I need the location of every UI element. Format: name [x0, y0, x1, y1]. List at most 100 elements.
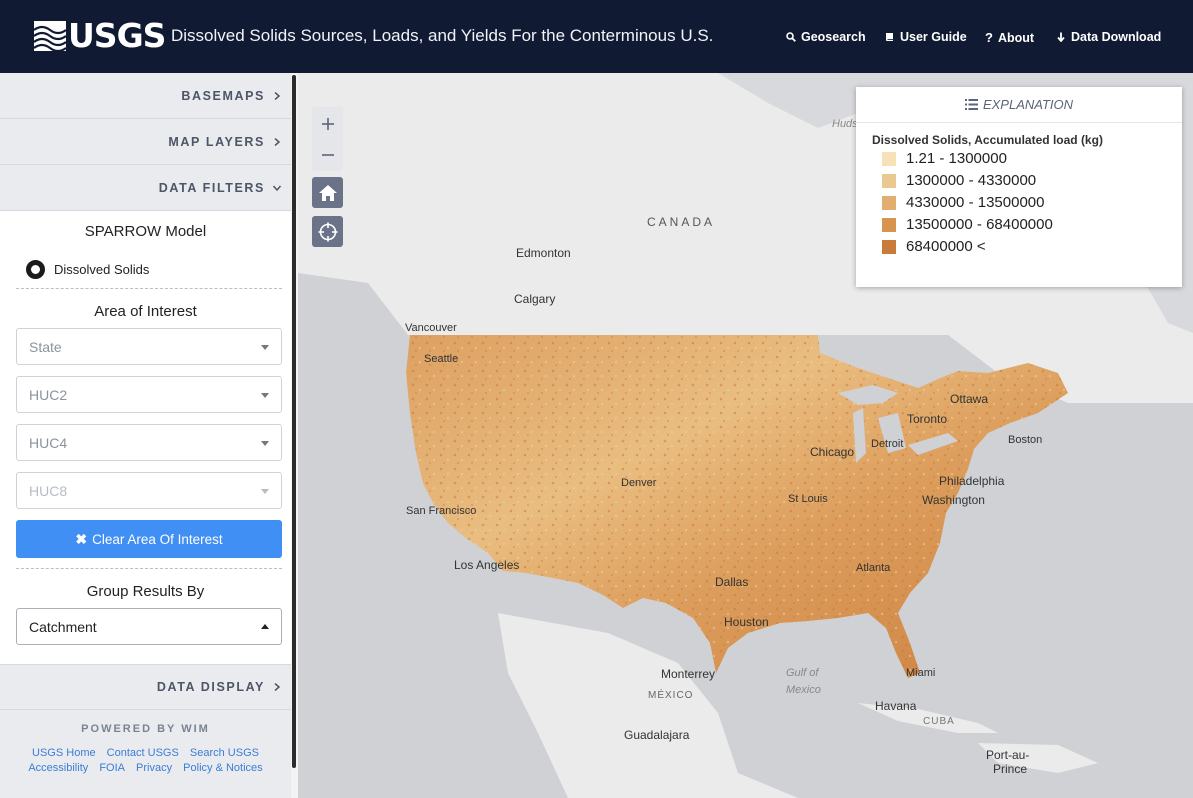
legend-item: 1.21 - 1300000 — [882, 150, 1007, 167]
legend-item-label: 13500000 - 68400000 — [906, 216, 1053, 233]
data-download-link[interactable]: Data Download — [1056, 30, 1161, 44]
map-label-cuba: CUBA — [923, 716, 955, 727]
map-label-atlanta: Atlanta — [856, 562, 891, 574]
area-of-interest-title: Area of Interest — [94, 303, 197, 320]
user-guide-label: User Guide — [900, 30, 967, 44]
map-label-port-au-prince-2: Prince — [993, 762, 1028, 776]
basemaps-label: BASEMAPS — [181, 88, 265, 103]
top-navbar: USGS Dissolved Solids Sources, Loads, an… — [0, 0, 1193, 73]
data-filters-section-header[interactable]: DATA FILTERS — [0, 165, 291, 211]
dissolved-solids-radio[interactable]: Dissolved Solids — [26, 260, 149, 279]
caret-down-icon — [261, 345, 269, 350]
policy-link[interactable]: Policy & Notices — [183, 762, 262, 774]
map-label-chicago: Chicago — [810, 445, 855, 459]
close-icon: ✖ — [75, 530, 88, 547]
geosearch-link[interactable]: Geosearch — [786, 30, 866, 44]
legend-subtitle: Dissolved Solids, Accumulated load (kg) — [872, 133, 1103, 147]
map-label-calgary: Calgary — [514, 292, 556, 306]
geosearch-label: Geosearch — [801, 30, 866, 44]
map-label-san-francisco: San Francisco — [406, 505, 477, 517]
state-select[interactable]: State — [16, 328, 282, 365]
list-icon — [964, 99, 978, 110]
logo-text: USGS — [68, 16, 166, 55]
map-label-edmonton: Edmonton — [516, 246, 571, 260]
data-download-label: Data Download — [1071, 30, 1162, 44]
map-label-washington: Washington — [922, 493, 985, 507]
crosshair-icon — [318, 222, 337, 241]
sidebar: BASEMAPS MAP LAYERS DATA FILTERS SPARROW… — [0, 73, 298, 798]
legend-swatch — [882, 173, 896, 188]
legend-item: 1300000 - 4330000 — [882, 172, 1036, 189]
legend-panel: EXPLANATION Dissolved Solids, Accumulate… — [856, 87, 1182, 287]
map-label-havana: Havana — [875, 699, 917, 713]
search-usgs-link[interactable]: Search USGS — [190, 747, 259, 759]
data-filters-panel: SPARROW Model Dissolved Solids Area of I… — [0, 211, 291, 664]
map-view[interactable]: CANADA Hudson Edmonton Calgary Vancouver… — [298, 73, 1193, 798]
caret-down-icon — [261, 441, 269, 446]
minus-icon — [321, 153, 334, 156]
usgs-home-link[interactable]: USGS Home — [32, 747, 96, 759]
sidebar-scrollbar-thumb[interactable] — [292, 75, 296, 768]
footer-links-row-1: USGS Home Contact USGS Search USGS — [0, 747, 291, 759]
huc2-select[interactable]: HUC2 — [16, 376, 282, 413]
legend-item-label: 68400000 < — [906, 238, 986, 255]
legend-item-label: 1.21 - 1300000 — [906, 150, 1007, 167]
map-label-canada: CANADA — [647, 215, 716, 229]
home-icon — [318, 184, 337, 201]
legend-swatch — [882, 195, 896, 210]
map-label-port-au-prince-1: Port-au- — [986, 748, 1030, 762]
foia-link[interactable]: FOIA — [99, 762, 125, 774]
chevron-down-icon — [273, 185, 281, 191]
caret-down-icon — [261, 393, 269, 398]
radio-selected-icon — [26, 260, 45, 279]
clear-button-label: Clear Area Of Interest — [92, 531, 223, 547]
legend-swatch — [882, 239, 896, 254]
caret-down-icon — [261, 489, 269, 494]
legend-header-label: EXPLANATION — [982, 97, 1074, 112]
legend-swatch — [882, 151, 896, 166]
about-label: About — [997, 30, 1035, 45]
legend-item: 68400000 < — [882, 238, 986, 255]
legend-item-label: 4330000 - 13500000 — [906, 194, 1045, 211]
accessibility-link[interactable]: Accessibility — [28, 762, 88, 774]
map-label-philadelphia: Philadelphia — [939, 474, 1005, 488]
divider — [16, 568, 282, 569]
map-label-st-louis: St Louis — [788, 493, 828, 505]
arrow-down-icon — [1057, 32, 1065, 42]
zoom-in-button[interactable] — [312, 108, 343, 139]
legend-header[interactable]: EXPLANATION — [856, 87, 1182, 123]
map-label-gulf-1: Gulf of — [786, 667, 819, 679]
usgs-logo[interactable]: USGS — [34, 16, 166, 55]
data-display-section-header[interactable]: DATA DISPLAY — [0, 664, 291, 710]
locate-button[interactable] — [312, 216, 343, 247]
map-layers-label: MAP LAYERS — [168, 134, 265, 149]
huc2-placeholder: HUC2 — [29, 386, 68, 403]
group-results-select[interactable]: Catchment — [16, 608, 282, 645]
basemaps-section-header[interactable]: BASEMAPS — [0, 73, 291, 119]
chevron-right-icon — [274, 91, 281, 100]
map-label-detroit: Detroit — [871, 438, 904, 450]
contact-usgs-link[interactable]: Contact USGS — [107, 747, 179, 759]
home-extent-button[interactable] — [312, 177, 343, 208]
huc4-select[interactable]: HUC4 — [16, 424, 282, 461]
question-icon: ? — [985, 30, 993, 45]
user-guide-link[interactable]: User Guide — [885, 30, 967, 44]
privacy-link[interactable]: Privacy — [136, 762, 172, 774]
state-placeholder: State — [29, 338, 62, 355]
divider — [16, 288, 282, 289]
sparrow-model-title: SPARROW Model — [84, 223, 207, 240]
map-label-monterrey: Monterrey — [661, 667, 716, 681]
zoom-out-button[interactable] — [312, 139, 343, 170]
chevron-right-icon — [274, 683, 281, 691]
search-icon — [786, 32, 796, 42]
map-label-dallas: Dallas — [715, 575, 749, 589]
usgs-waves-icon — [34, 21, 66, 51]
clear-area-of-interest-button[interactable]: ✖ Clear Area Of Interest — [16, 520, 282, 558]
map-layers-section-header[interactable]: MAP LAYERS — [0, 119, 291, 165]
caret-up-icon — [261, 624, 269, 629]
huc8-select[interactable]: HUC8 — [16, 472, 282, 509]
group-results-value: Catchment — [29, 618, 97, 635]
about-link[interactable]: ? About — [985, 30, 1034, 45]
map-label-miami: Miami — [906, 667, 936, 679]
app-title: Dissolved Solids Sources, Loads, and Yie… — [171, 26, 714, 45]
